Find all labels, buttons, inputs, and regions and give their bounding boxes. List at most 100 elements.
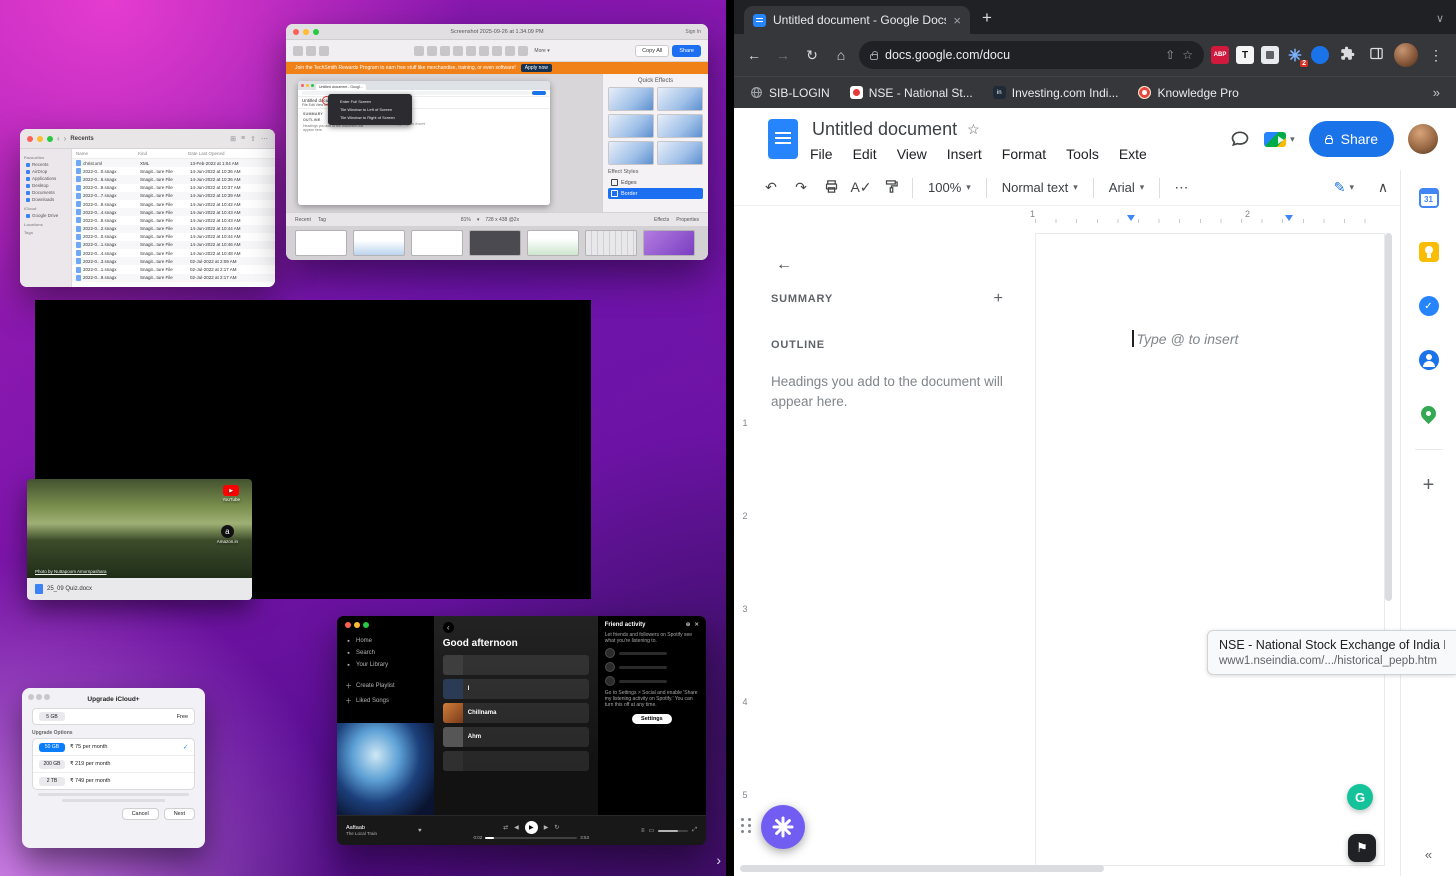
vertical-scrollbar[interactable] — [1385, 233, 1392, 601]
effect-thumbnail[interactable] — [657, 141, 703, 165]
devices-icon[interactable]: ▭ — [649, 827, 655, 834]
fullscreen-icon[interactable]: ⤢ — [692, 827, 697, 834]
expand-side-panel-icon[interactable]: « — [1425, 847, 1432, 862]
context-menu-item[interactable]: Tile Window to Left of Screen — [334, 106, 406, 114]
file-row[interactable]: 2022-0...4.snagx Snagit...ture File 14-J… — [72, 208, 275, 217]
file-row[interactable]: 2022-0...8.snagx Snagit...ture File 14-J… — [72, 216, 275, 224]
sidebar-item[interactable]: Downloads — [24, 196, 67, 203]
new-tab-button[interactable]: + — [982, 8, 992, 28]
grammarly-icon[interactable]: G — [1347, 784, 1373, 810]
zoom-traffic-light[interactable] — [313, 28, 319, 35]
file-row[interactable]: 2022-0...1.snagx Snagit...ture File 14-J… — [72, 240, 275, 250]
plan-option-2tb[interactable]: 2 TB ₹ 749 per month — [33, 773, 194, 789]
menu-item[interactable]: Edit — [853, 146, 877, 162]
edges-style-row[interactable]: Edges — [608, 177, 703, 188]
close-icon[interactable]: ✕ — [694, 622, 699, 628]
copy-all-button[interactable]: Copy All — [635, 44, 670, 57]
amazon-shortcut[interactable]: a Amazon.in — [217, 525, 238, 544]
tab-close-icon[interactable]: × — [953, 13, 961, 28]
previous-icon[interactable]: ◀ — [514, 824, 519, 831]
file-row[interactable]: 2022-0...1.snagx Snagit...ture File 02-J… — [72, 265, 275, 273]
context-menu-item[interactable]: Enter Full Screen — [334, 98, 406, 106]
redo-icon[interactable]: ↷ — [788, 179, 814, 196]
file-row[interactable]: 2022-0...9.snagx Snagit...ture File 14-J… — [72, 184, 275, 192]
share-button[interactable]: Share — [672, 44, 701, 57]
star-document-icon[interactable]: ☆ — [967, 121, 980, 138]
spellcheck-icon[interactable]: A✓ — [848, 179, 874, 196]
spotify-nav-item[interactable]: ▪ Home — [345, 635, 426, 647]
snagit-window[interactable]: Screenshot 2025-09-26 at 1.34.09 PM Sign… — [286, 24, 708, 260]
add-friend-icon[interactable]: ⊕ — [686, 622, 691, 628]
album-art[interactable] — [337, 723, 434, 815]
back-button[interactable]: ← — [743, 47, 765, 63]
properties-button[interactable]: Properties — [676, 217, 699, 223]
artist-name[interactable]: The Local Train — [346, 831, 410, 836]
close-traffic-light[interactable] — [27, 135, 33, 142]
sidebar-item[interactable]: Applications — [24, 175, 67, 182]
calendar-icon[interactable]: 31 — [1418, 188, 1439, 208]
keep-icon[interactable] — [1418, 242, 1439, 262]
capture-thumbnail[interactable] — [469, 230, 521, 256]
zoom-select[interactable]: 100% ▾ — [921, 180, 978, 195]
zoom-traffic-light[interactable] — [47, 135, 53, 142]
capture-thumbnail[interactable] — [643, 230, 695, 256]
bookmarks-overflow-icon[interactable]: » — [1433, 85, 1440, 100]
playlist-tile[interactable] — [442, 655, 589, 675]
playlist-tile[interactable]: Ahm — [442, 727, 589, 747]
recent-button[interactable]: Recent — [295, 217, 311, 223]
share-icon[interactable]: ⇧ — [250, 135, 256, 143]
repeat-icon[interactable]: ↻ — [554, 824, 559, 831]
browser-tab[interactable]: Untitled document - Google Docs × — [744, 6, 970, 34]
arrow-tool-icon[interactable] — [414, 45, 425, 56]
close-traffic-light[interactable] — [293, 28, 299, 35]
capture-icon[interactable] — [306, 45, 316, 56]
undo-icon[interactable]: ↶ — [758, 179, 784, 196]
more-icon[interactable]: ⋯ — [261, 135, 268, 143]
comment-icon[interactable] — [1230, 129, 1250, 149]
settings-button[interactable]: Settings — [632, 714, 672, 724]
sign-in-link[interactable]: Sign In — [685, 29, 701, 35]
add-summary-icon[interactable]: + — [994, 290, 1003, 308]
tag-button[interactable]: Tag — [318, 217, 326, 223]
editing-mode-button[interactable]: ✎ ▾ — [1334, 179, 1354, 196]
add-addon-icon[interactable]: + — [1423, 474, 1435, 497]
finder-window[interactable]: ‹ › Recents ⊞ ≡ ⇧ ⋯ Favourites Recents AirDr… — [20, 129, 275, 287]
callout-tool-icon[interactable] — [440, 45, 451, 56]
plan-option-50gb[interactable]: 50 GB ₹ 75 per month ✓ — [33, 739, 194, 756]
spotify-window[interactable]: ▪ Home ▪ Search ▪ Your Library ＋ Create Playli… — [337, 616, 706, 845]
paragraph-style-select[interactable]: Normal text ▾ — [995, 180, 1085, 195]
file-row[interactable]: 2022-0...4.snagx Snagit...ture File 14-J… — [72, 249, 275, 257]
home-button[interactable]: ⌂ — [830, 47, 852, 63]
blur-tool-icon[interactable] — [518, 45, 529, 56]
volume-slider[interactable] — [658, 829, 689, 832]
file-list-header[interactable]: Name Kind Date Last Opened — [72, 149, 275, 159]
lock-icon[interactable] — [870, 50, 878, 60]
menu-item[interactable]: View — [897, 146, 927, 162]
apply-now-button[interactable]: Apply now — [520, 64, 552, 72]
photo-preview-card[interactable]: ▶ YouTube a Amazon.in Photo by Nuttapoom… — [27, 479, 252, 600]
right-indent-marker-icon[interactable] — [1285, 215, 1293, 221]
maps-icon[interactable] — [1417, 402, 1440, 425]
indent-marker-icon[interactable] — [1127, 215, 1135, 221]
bookmark-nse[interactable]: NSE - National St... — [849, 86, 973, 100]
sidebar-item[interactable]: Documents — [24, 189, 67, 196]
capture-thumbnail[interactable] — [527, 230, 579, 256]
horizontal-scrollbar[interactable] — [740, 865, 1104, 872]
meet-button[interactable]: ▾ — [1264, 131, 1295, 147]
extensions-puzzle-icon[interactable] — [1336, 46, 1358, 64]
stamp-tool-icon[interactable] — [466, 45, 477, 56]
share-page-icon[interactable]: ⇧ — [1165, 48, 1175, 62]
file-row[interactable]: 2022-0...6.snagx Snagit...ture File 14-J… — [72, 175, 275, 184]
spotify-nav-item[interactable]: ▪ Search — [345, 647, 426, 659]
queue-icon[interactable]: ≡ — [641, 828, 645, 834]
horizontal-ruler[interactable]: 1 2 — [734, 206, 1456, 226]
capture-thumbnail[interactable] — [585, 230, 637, 256]
border-style-row[interactable]: Border — [608, 188, 703, 199]
playlist-item[interactable]: ＋ Create Playlist — [345, 678, 426, 693]
menu-item[interactable]: File — [810, 146, 833, 162]
print-icon[interactable] — [818, 179, 844, 197]
finder-toolbar-icons[interactable]: ⊞ ≡ ⇧ ⋯ — [230, 135, 268, 143]
font-select[interactable]: Arial ▾ — [1102, 180, 1152, 195]
effect-thumbnail[interactable] — [608, 87, 654, 111]
cancel-button[interactable]: Cancel — [121, 808, 159, 820]
